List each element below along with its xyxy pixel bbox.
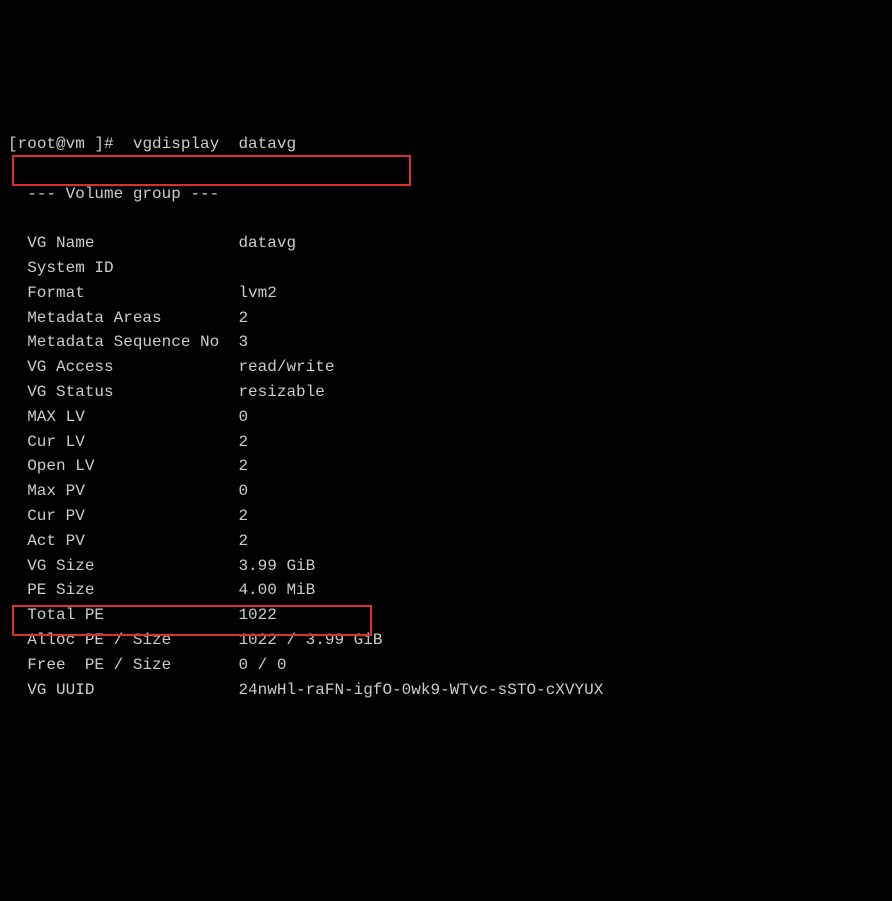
row-value: datavg [238,234,296,252]
row-label: Metadata Sequence No [8,333,238,351]
row-value: 3 [238,333,248,351]
output-row: Open LV 2 [8,454,884,479]
row-value: 2 [238,457,248,475]
row-value: 1022 [238,606,276,624]
row-label: Cur LV [8,433,238,451]
row-value: 1022 / 3.99 GiB [238,631,382,649]
row-label: VG Name [8,234,238,252]
row-label: Open LV [8,457,238,475]
row-label: VG Size [8,557,238,575]
output-row: Free PE / Size 0 / 0 [8,653,884,678]
row-label: VG UUID [8,681,238,699]
command-text: vgdisplay datavg [123,135,296,153]
output-row: MAX LV 0 [8,405,884,430]
output-row: VG Size 3.99 GiB [8,554,884,579]
output-row: System ID [8,256,884,281]
row-label: PE Size [8,581,238,599]
row-value: resizable [238,383,324,401]
row-value: 2 [238,433,248,451]
row-label: Metadata Areas [8,309,238,327]
output-row: Alloc PE / Size 1022 / 3.99 GiB [8,628,884,653]
output-row: VG Name datavg [8,231,884,256]
row-label: Format [8,284,238,302]
prompt-close: ]# [85,135,123,153]
output-row: Max PV 0 [8,479,884,504]
row-value: 3.99 GiB [238,557,315,575]
row-label: Act PV [8,532,238,550]
row-value: 0 [238,408,248,426]
row-value: 4.00 MiB [238,581,315,599]
vg-header: --- Volume group --- [8,182,884,207]
row-label: Alloc PE / Size [8,631,238,649]
output-row: PE Size 4.00 MiB [8,578,884,603]
row-value: 2 [238,532,248,550]
row-label: Cur PV [8,507,238,525]
output-row: VG UUID 24nwHl-raFN-igfO-0wk9-WTvc-sSTO-… [8,678,884,703]
output-row: Format lvm2 [8,281,884,306]
prompt-at: @ [56,135,66,153]
row-label: System ID [8,259,238,277]
prompt-host: vm [66,135,85,153]
output-row: Total PE 1022 [8,603,884,628]
prompt-user: root [18,135,56,153]
prompt-open: [ [8,135,18,153]
row-label: VG Status [8,383,238,401]
row-value: 24nwHl-raFN-igfO-0wk9-WTvc-sSTO-cXVYUX [238,681,603,699]
row-value: 0 [238,482,248,500]
row-label: Max PV [8,482,238,500]
output-row: Metadata Sequence No 3 [8,330,884,355]
row-label: MAX LV [8,408,238,426]
row-label: VG Access [8,358,238,376]
row-label: Free PE / Size [8,656,238,674]
row-value: 2 [238,309,248,327]
output-row: VG Access read/write [8,355,884,380]
output-row: Act PV 2 [8,529,884,554]
output-row: Metadata Areas 2 [8,306,884,331]
output-row: Cur LV 2 [8,430,884,455]
row-value: 0 / 0 [238,656,286,674]
terminal-output: [root@vm ]# vgdisplay datavg --- Volume … [8,107,884,777]
row-label: Total PE [8,606,238,624]
output-row: VG Status resizable [8,380,884,405]
prompt-line: [root@vm ]# vgdisplay datavg [8,132,884,157]
row-value: 2 [238,507,248,525]
output-row: Cur PV 2 [8,504,884,529]
row-value: lvm2 [238,284,276,302]
row-value: read/write [238,358,334,376]
